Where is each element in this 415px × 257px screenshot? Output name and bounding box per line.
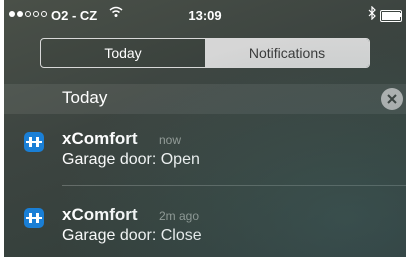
- notification-center: O2 - CZ 13:09 Today Notifications Today: [4, 0, 406, 257]
- tab-today[interactable]: Today: [41, 39, 205, 67]
- xcomfort-app-icon: [24, 208, 44, 228]
- notification-item[interactable]: xComfort now Garage door: Open: [4, 120, 406, 184]
- notification-message: Garage door: Open: [62, 151, 200, 168]
- divider: [62, 185, 406, 186]
- section-title: Today: [62, 88, 108, 107]
- notification-time: now: [159, 133, 182, 147]
- close-circle-icon[interactable]: [381, 88, 403, 110]
- battery-icon: [380, 10, 402, 22]
- tab-notifications[interactable]: Notifications: [205, 39, 369, 67]
- clock: 13:09: [188, 8, 222, 23]
- notification-app-name: xComfort: [62, 205, 138, 224]
- notification-message: Garage door: Close: [62, 227, 202, 244]
- segmented-control: Today Notifications: [40, 38, 370, 68]
- battery-level: [382, 12, 400, 20]
- xcomfort-app-icon: [24, 132, 44, 152]
- bluetooth-icon: [368, 5, 376, 23]
- notification-time: 2m ago: [159, 209, 200, 223]
- status-bar: O2 - CZ 13:09: [4, 0, 406, 36]
- notification-item[interactable]: xComfort 2m ago Garage door: Close: [4, 196, 406, 257]
- notification-app-name: xComfort: [62, 129, 138, 148]
- battery-tip: [400, 13, 402, 17]
- section-header: Today: [4, 84, 406, 114]
